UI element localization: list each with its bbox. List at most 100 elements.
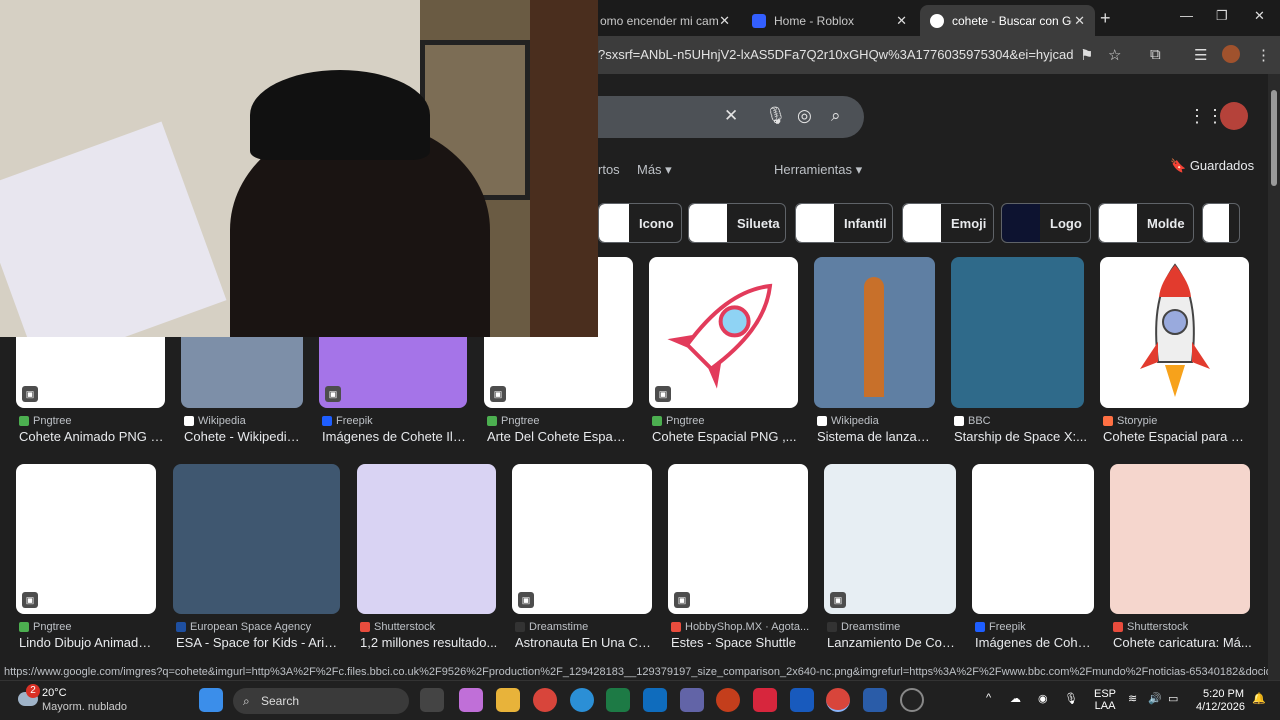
wifi-icon[interactable]: ≋ bbox=[1128, 692, 1137, 705]
result-title[interactable]: Estes - Space Shuttle bbox=[671, 635, 811, 650]
tab-label: omo encender mi camara bbox=[600, 13, 719, 28]
result-image[interactable]: ▣ bbox=[668, 464, 808, 614]
result-image[interactable]: ▣ bbox=[16, 464, 156, 614]
copilot-icon[interactable] bbox=[459, 688, 483, 712]
onedrive-icon[interactable]: ☁ bbox=[1010, 692, 1021, 705]
taskbar-search-label: Search bbox=[261, 694, 300, 708]
volume-icon[interactable]: 🔊 bbox=[1148, 692, 1162, 705]
word-icon[interactable] bbox=[790, 688, 814, 712]
battery-icon[interactable]: ▭ bbox=[1168, 692, 1178, 705]
source-favicon-icon bbox=[671, 622, 681, 632]
powerpoint-icon[interactable] bbox=[716, 688, 740, 712]
close-icon[interactable]: ✕ bbox=[1074, 13, 1085, 29]
clock-date: 4/12/2026 bbox=[1196, 701, 1245, 713]
result-image[interactable] bbox=[173, 464, 340, 614]
result-title[interactable]: Imágenes de Cohete... bbox=[975, 635, 1097, 650]
edge-icon[interactable] bbox=[570, 688, 594, 712]
chip-logo[interactable]: Logo bbox=[1001, 203, 1091, 243]
result-title[interactable]: Cohete Animado PNG I... bbox=[19, 429, 164, 444]
result-title[interactable]: Cohete Espacial PNG ,... bbox=[652, 429, 797, 444]
tab-mas-label: Más bbox=[637, 162, 662, 177]
result-title[interactable]: 1,2 millones resultado... bbox=[360, 635, 499, 650]
tab-google-search[interactable]: cohete - Buscar con Goog ✕ bbox=[920, 5, 1095, 36]
profile-avatar[interactable] bbox=[1222, 45, 1240, 63]
result-image[interactable] bbox=[814, 257, 935, 408]
chip-more[interactable] bbox=[1202, 203, 1240, 243]
weather-widget[interactable]: 20°C Mayorm. nublado bbox=[42, 686, 127, 714]
result-title[interactable]: Imágenes de Cohete Ilu... bbox=[322, 429, 470, 444]
search-input[interactable] bbox=[570, 96, 864, 138]
result-image[interactable] bbox=[951, 257, 1084, 408]
result-source: Wikipedia bbox=[817, 415, 879, 427]
maximize-icon[interactable]: ❐ bbox=[1216, 8, 1228, 24]
translate-icon[interactable]: ⚑ bbox=[1080, 46, 1093, 64]
result-image[interactable] bbox=[972, 464, 1094, 614]
teams-icon[interactable] bbox=[680, 688, 704, 712]
tab-mas[interactable]: Más ▾ bbox=[637, 162, 672, 178]
result-title[interactable]: Lanzamiento De Coh... bbox=[827, 635, 959, 650]
outlook-icon[interactable] bbox=[643, 688, 667, 712]
task-view-icon[interactable] bbox=[420, 688, 444, 712]
chip-thumbnail bbox=[599, 204, 629, 242]
apps-grid-icon[interactable]: ⋮⋮ bbox=[1188, 106, 1224, 127]
result-title[interactable]: Cohete - Wikipedia... bbox=[184, 429, 304, 444]
app-window-icon[interactable] bbox=[863, 688, 887, 712]
close-icon[interactable]: ✕ bbox=[719, 13, 730, 29]
chrome-icon[interactable] bbox=[533, 688, 557, 712]
chip-molde[interactable]: Molde bbox=[1098, 203, 1194, 243]
menu-icon[interactable]: ⋮ bbox=[1256, 46, 1271, 64]
app-icon[interactable] bbox=[753, 688, 777, 712]
window-close-icon[interactable]: ✕ bbox=[1254, 8, 1265, 24]
chip-silueta[interactable]: Silueta bbox=[688, 203, 786, 243]
result-image[interactable] bbox=[1110, 464, 1250, 614]
chip-emoji[interactable]: Emoji bbox=[902, 203, 994, 243]
google-account-avatar[interactable] bbox=[1220, 102, 1248, 130]
minimize-icon[interactable]: — bbox=[1180, 8, 1193, 23]
search-icon[interactable]: ⌕ bbox=[831, 106, 841, 126]
result-title[interactable]: Lindo Dibujo Animado ... bbox=[19, 635, 157, 650]
result-image[interactable]: ▣ bbox=[512, 464, 652, 614]
scrollbar-thumb[interactable] bbox=[1271, 90, 1277, 186]
result-image[interactable] bbox=[357, 464, 496, 614]
new-tab-icon[interactable]: + bbox=[1100, 8, 1111, 29]
result-image[interactable] bbox=[1100, 257, 1249, 408]
star-icon[interactable]: ☆ bbox=[1108, 46, 1121, 64]
camera-search-icon[interactable]: ◎ bbox=[797, 106, 812, 126]
result-title[interactable]: Cohete caricatura: Má... bbox=[1113, 635, 1253, 650]
microphone-tray-icon[interactable]: 🎙 bbox=[1064, 692, 1078, 705]
clear-icon[interactable]: ✕ bbox=[724, 106, 738, 126]
weather-desc: Mayorm. nublado bbox=[42, 701, 127, 713]
result-image[interactable]: ▣ bbox=[649, 257, 798, 408]
windows-start-icon[interactable] bbox=[199, 688, 223, 712]
tools-button[interactable]: Herramientas ▾ bbox=[774, 162, 862, 178]
chip-infantil[interactable]: Infantil bbox=[795, 203, 893, 243]
tab-camera[interactable]: omo encender mi camara ✕ bbox=[590, 5, 740, 36]
taskbar-search[interactable]: ⌕ Search bbox=[233, 688, 409, 714]
saved-button[interactable]: 🔖 Guardados bbox=[1170, 158, 1254, 174]
extensions-icon[interactable]: ⧉ bbox=[1150, 46, 1161, 63]
close-icon[interactable]: ✕ bbox=[896, 13, 907, 29]
source-favicon-icon bbox=[360, 622, 370, 632]
microphone-icon[interactable]: 🎙 bbox=[765, 106, 787, 126]
chip-icono[interactable]: Icono bbox=[598, 203, 682, 243]
chrome-active-icon[interactable] bbox=[826, 688, 850, 712]
clock[interactable]: 5:20 PM 4/12/2026 bbox=[1196, 688, 1245, 714]
obs-icon[interactable] bbox=[900, 688, 924, 712]
result-title[interactable]: Cohete Espacial para Ni... bbox=[1103, 429, 1249, 444]
language-indicator[interactable]: ESP LAA bbox=[1094, 688, 1116, 712]
file-explorer-icon[interactable] bbox=[496, 688, 520, 712]
result-title[interactable]: ESA - Space for Kids - Aria... bbox=[176, 635, 341, 650]
tab-roblox[interactable]: Home - Roblox ✕ bbox=[742, 5, 917, 36]
url-text[interactable]: ?sxsrf=ANbL-n5UHnjV2-lxAS5DFa7Q2r10xGHQw… bbox=[598, 47, 1073, 62]
result-title[interactable]: Astronauta En Una Ca... bbox=[515, 635, 655, 650]
tray-chevron-icon[interactable]: ^ bbox=[986, 692, 991, 704]
tab-search-icon[interactable]: ☰ bbox=[1194, 46, 1207, 64]
excel-icon[interactable] bbox=[606, 688, 630, 712]
notification-icon[interactable]: 🔔 bbox=[1252, 692, 1266, 705]
result-title[interactable]: Arte Del Cohete Espaci... bbox=[487, 429, 632, 444]
result-title[interactable]: Starship de Space X:... bbox=[954, 429, 1087, 444]
tab-partial[interactable]: rtos bbox=[598, 162, 620, 177]
security-icon[interactable]: ◉ bbox=[1038, 692, 1048, 705]
result-image[interactable]: ▣ bbox=[824, 464, 956, 614]
result-title[interactable]: Sistema de lanzam... bbox=[817, 429, 937, 444]
